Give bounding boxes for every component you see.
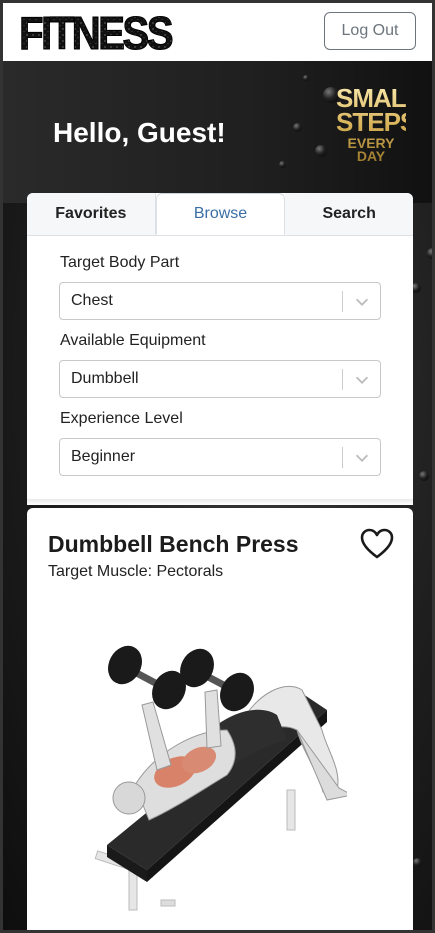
chevron-down-icon[interactable] (353, 371, 371, 389)
tab-bar: Favorites Browse Search (27, 193, 414, 236)
water-drop-decoration (315, 145, 327, 157)
experience-select[interactable]: Beginner (59, 438, 381, 476)
fitness-logo[interactable]: FITNESS (19, 9, 174, 55)
select-separator (342, 447, 343, 468)
top-navbar: FITNESS Log Out (3, 3, 432, 62)
water-drop-decoration (303, 75, 309, 81)
tab-favorites[interactable]: Favorites (27, 193, 156, 235)
exercise-target-muscle: Target Muscle: Pectorals (48, 563, 224, 580)
water-drop-decoration (427, 248, 432, 259)
card-divider (27, 499, 413, 505)
browse-form-card: Favorites Browse Search Target Body Part… (27, 193, 414, 503)
body-part-value: Chest (71, 292, 113, 309)
chevron-down-icon[interactable] (353, 293, 371, 311)
equipment-label: Available Equipment (60, 332, 206, 349)
select-separator (342, 369, 343, 390)
water-drop-decoration (279, 161, 286, 168)
equipment-select[interactable]: Dumbbell (59, 360, 381, 398)
heart-outline-icon[interactable] (360, 528, 394, 560)
svg-text:FITNESS: FITNESS (19, 9, 172, 55)
chevron-down-icon[interactable] (353, 449, 371, 467)
hero-banner: Hello, Guest! SMALL STEPS EVERY DAY (3, 61, 432, 203)
exercise-name: Dumbbell Bench Press (48, 531, 299, 557)
body-part-select[interactable]: Chest (59, 282, 381, 320)
select-separator (342, 291, 343, 312)
slogan-line: STEPS (336, 106, 417, 137)
water-drop-decoration (293, 123, 302, 132)
experience-value: Beginner (71, 448, 136, 465)
exercise-card: Dumbbell Bench Press Target Muscle: Pect… (27, 508, 413, 930)
greeting-heading: Hello, Guest! (53, 117, 226, 148)
body-part-label: Target Body Part (60, 254, 180, 271)
slogan-line: EVERY DAY (347, 134, 395, 164)
logout-button[interactable]: Log Out (324, 12, 416, 50)
exercise-illustration (94, 645, 347, 911)
tab-browse[interactable]: Browse (155, 193, 286, 235)
water-drop-decoration (413, 858, 422, 867)
water-drop-decoration (419, 471, 429, 481)
slogan-image: SMALL STEPS EVERY DAY (336, 87, 406, 163)
experience-label: Experience Level (60, 410, 183, 427)
equipment-value: Dumbbell (71, 370, 139, 387)
tab-search[interactable]: Search (285, 193, 414, 235)
app-frame: FITNESS Log Out Hello, Guest! SMALL STEP… (0, 0, 435, 933)
